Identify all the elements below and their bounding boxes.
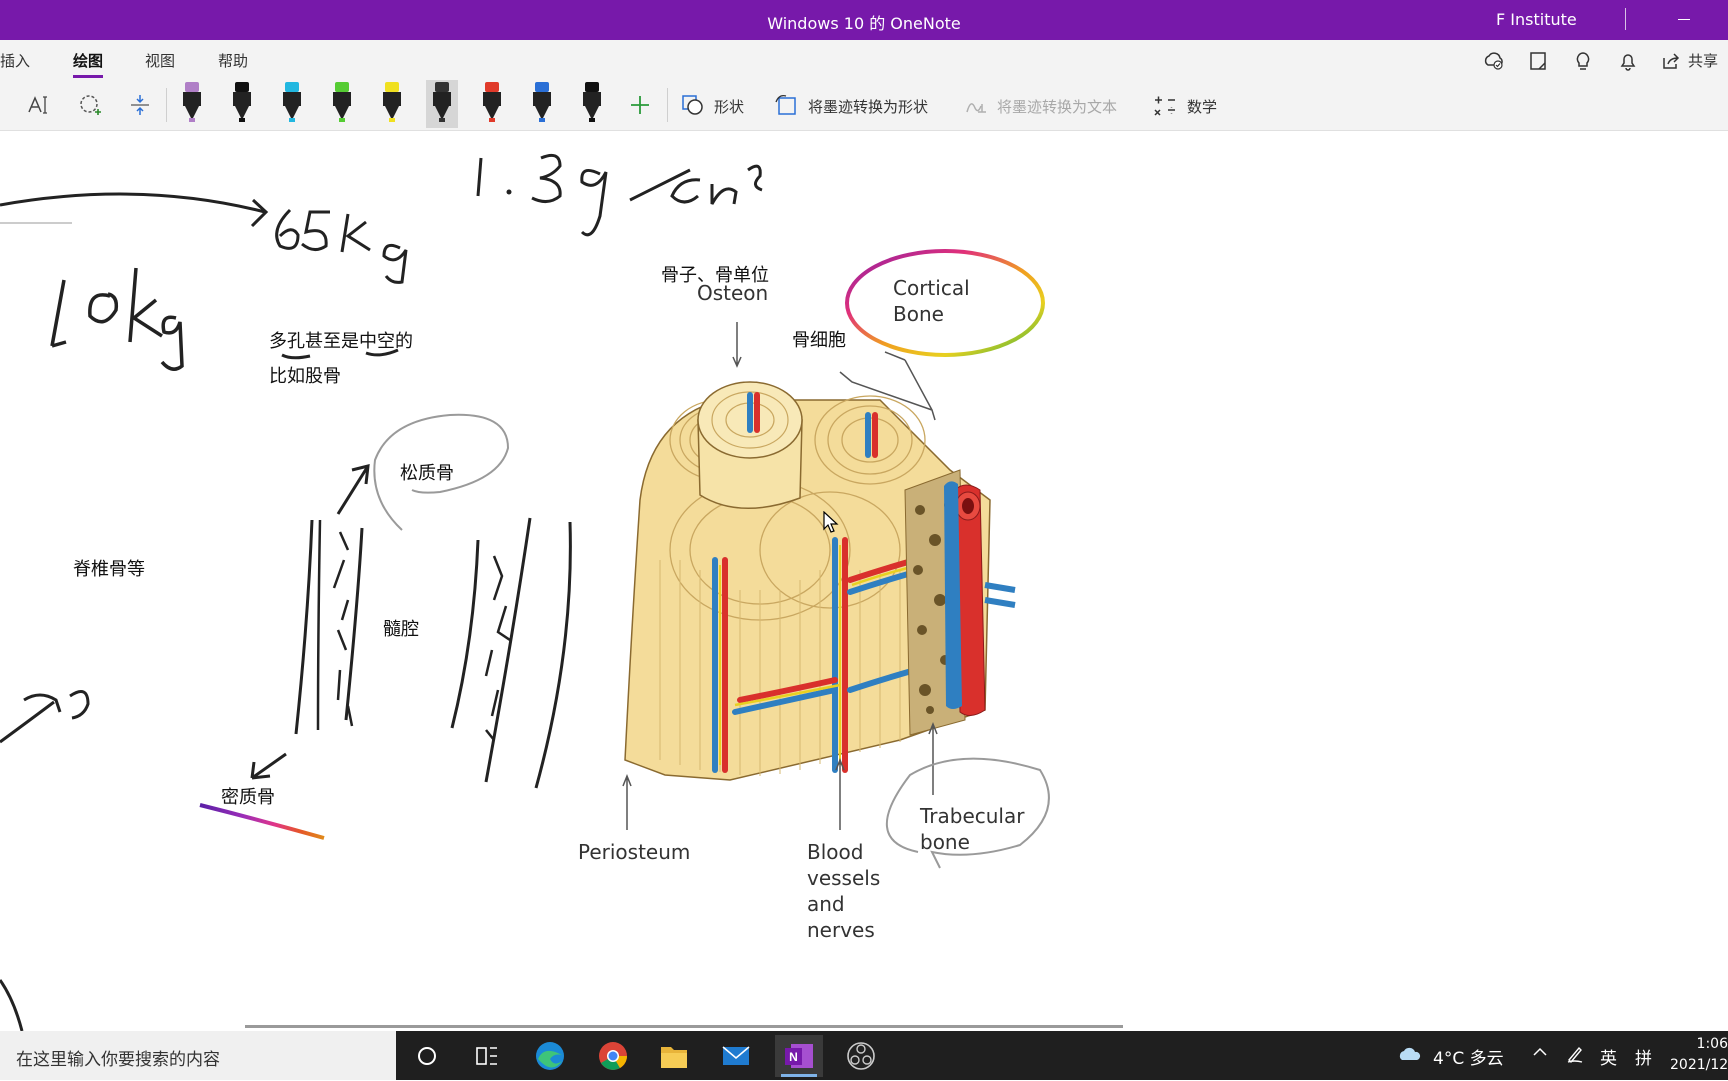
horizontal-scrollbar[interactable] [245,1025,1123,1028]
ink-to-shape-button[interactable]: 将墨迹转换为形状 [808,96,928,117]
red-pen-icon[interactable] [476,80,508,128]
draw-ribbon: 形状 将墨迹转换为形状 将墨迹转换为文本 数学 [0,80,1728,131]
ime-mode[interactable]: 拼 [1635,1044,1652,1069]
label-cortical-line2: Bone [893,302,944,326]
label-vessels-line3: and [807,892,845,916]
edge-icon[interactable] [526,1035,574,1077]
black-pen-1-icon[interactable] [226,80,258,128]
shapes-icon[interactable] [680,92,706,118]
clock-date: 2021/12 [1670,1057,1728,1073]
bell-icon[interactable] [1617,50,1639,72]
note-porous-line2[interactable]: 比如股骨 [269,362,341,388]
cortana-icon[interactable] [403,1035,451,1077]
onenote-icon[interactable]: N [775,1035,823,1077]
purple-highlighter-icon[interactable] [176,80,208,128]
tab-draw[interactable]: 绘图 [73,50,104,78]
show-hidden-icons-chevron-icon[interactable] [1532,1044,1548,1065]
label-vessels-line2: vessels [807,866,881,890]
file-explorer-icon[interactable] [650,1035,698,1077]
minimize-button[interactable] [1670,6,1700,32]
task-view-icon[interactable] [463,1035,511,1077]
label-vessels-line1: Blood [807,840,864,864]
note-compact-bone[interactable]: 密质骨 [221,783,275,809]
math-button[interactable]: 数学 [1187,96,1217,117]
search-placeholder[interactable]: 在这里输入你要搜索的内容 [16,1045,220,1070]
label-vessels-line4: nerves [807,918,875,942]
label-cortical-line1: Cortical [893,276,970,300]
note-porous-line1[interactable]: 多孔甚至是中空的 [269,327,413,353]
label-periosteum: Periosteum [578,840,691,864]
ink-to-text-button: 将墨迹转换为文本 [997,98,1118,116]
weather-icon[interactable] [1396,1044,1424,1069]
annotation-ovals [845,249,1050,869]
window-title: Windows 10 的 OneNote [767,14,961,33]
ime-language[interactable]: 英 [1600,1044,1617,1069]
black-pen-2-icon[interactable] [576,80,608,128]
type-select-icon[interactable] [26,92,52,118]
shapes-button[interactable]: 形状 [714,96,744,117]
pencil-icon[interactable] [426,80,458,128]
mail-icon[interactable] [712,1035,760,1077]
title-bar: Windows 10 的 OneNote F Institute [0,0,1728,40]
note-osteocyte[interactable]: 骨细胞 [792,326,846,352]
title-separator [1625,8,1626,30]
note-canvas[interactable]: 多孔甚至是中空的 比如股骨 脊椎骨等 松质骨 髓腔 密质骨 骨子、骨单位 骨细胞… [0,131,1728,1031]
weather-text[interactable]: 4°C 多云 [1433,1044,1504,1069]
add-space-icon[interactable] [127,92,153,118]
ribbon-separator [166,88,167,122]
add-pen-icon[interactable] [627,92,653,118]
ink-to-shape-icon[interactable] [773,92,799,118]
yellow-highlighter-icon[interactable] [376,80,408,128]
chrome-icon[interactable] [589,1035,637,1077]
clock-time: 1:06 [1696,1036,1728,1052]
account-name[interactable]: F Institute [1496,10,1577,29]
blue-pen-icon[interactable] [526,80,558,128]
obs-icon[interactable] [837,1035,885,1077]
sync-icon[interactable] [1483,50,1505,72]
label-trabecular-line1: Trabecular [920,804,1025,828]
mouse-cursor-icon [823,511,839,533]
taskbar: 在这里输入你要搜索的内容 N 4°C 多云 英 拼 1:06 2021/12 [0,1031,1728,1080]
note-spine[interactable]: 脊椎骨等 [73,555,145,581]
note-medullary-cavity[interactable]: 髓腔 [383,615,419,641]
tab-view[interactable]: 视图 [145,50,175,71]
ribbon-separator [667,88,668,122]
lasso-select-icon[interactable] [77,92,103,118]
ink-to-text-icon [963,92,989,118]
share-icon[interactable] [1660,50,1682,72]
math-icon[interactable] [1152,92,1178,118]
note-spongy-bone[interactable]: 松质骨 [400,459,454,485]
cyan-pen-icon[interactable] [276,80,308,128]
share-label[interactable]: 共享 [1688,50,1718,71]
tab-insert[interactable]: 插入 [0,50,30,71]
tab-help[interactable]: 帮助 [218,50,248,71]
green-pen-icon[interactable] [326,80,358,128]
lightbulb-icon[interactable] [1572,50,1594,72]
taskbar-search[interactable]: 在这里输入你要搜索的内容 [0,1031,396,1080]
pen-workspace-icon[interactable] [1565,1044,1585,1069]
notebook-icon[interactable] [1527,50,1549,72]
svg-text:N: N [789,1050,798,1064]
clock[interactable]: 1:06 2021/12 [1670,1034,1728,1076]
ribbon-tabs: 插入 绘图 视图 帮助 [0,40,1728,80]
label-trabecular-line2: bone [920,830,970,854]
label-osteon: Osteon [697,281,769,305]
